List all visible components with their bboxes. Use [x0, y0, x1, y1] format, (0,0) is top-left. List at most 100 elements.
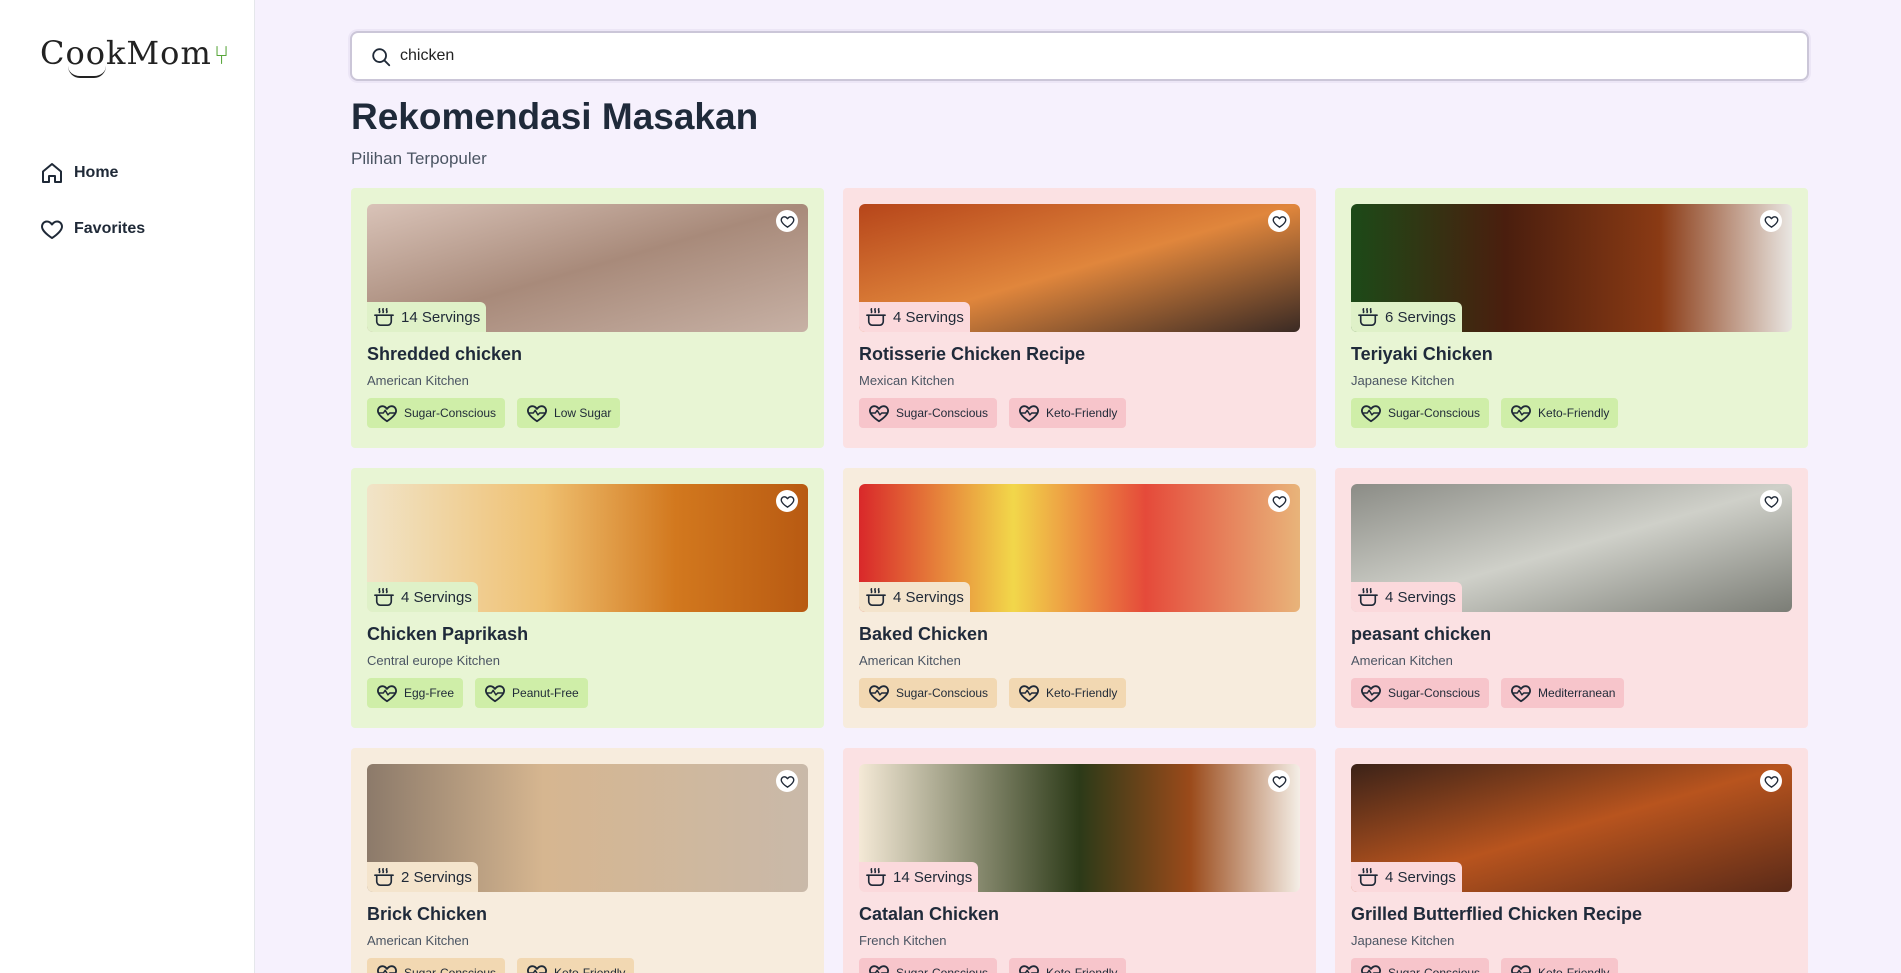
- diet-tag-label: Mediterranean: [1538, 686, 1616, 700]
- favorite-button[interactable]: [1760, 770, 1782, 792]
- heart-icon: [1764, 215, 1778, 228]
- recipe-card[interactable]: 14 Servings Shredded chicken American Ki…: [351, 188, 824, 448]
- recipe-image[interactable]: 4 Servings: [367, 484, 808, 612]
- recipe-title[interactable]: Catalan Chicken: [859, 904, 1300, 925]
- servings-badge: 2 Servings: [367, 862, 478, 892]
- servings-badge: 14 Servings: [859, 862, 979, 892]
- servings-badge: 4 Servings: [367, 582, 478, 612]
- recipe-image[interactable]: 4 Servings: [1351, 484, 1792, 612]
- diet-tag-label: Keto-Friendly: [1538, 966, 1610, 973]
- diet-tag-label: Sugar-Conscious: [896, 406, 989, 420]
- recipe-card[interactable]: 4 Servings Grilled Butterflied Chicken R…: [1335, 748, 1808, 973]
- health-heart-icon: [1018, 403, 1040, 423]
- servings-badge: 4 Servings: [1351, 862, 1462, 892]
- pot-icon: [373, 587, 395, 607]
- diet-tag-label: Keto-Friendly: [554, 966, 626, 973]
- diet-tag: Egg-Free: [367, 678, 464, 708]
- recipe-image[interactable]: 2 Servings: [367, 764, 808, 892]
- favorite-button[interactable]: [776, 210, 798, 232]
- recipe-image[interactable]: 14 Servings: [367, 204, 808, 332]
- recipe-title[interactable]: Chicken Paprikash: [367, 624, 808, 645]
- diet-tag: Keto-Friendly: [1009, 958, 1127, 973]
- servings-text: 4 Servings: [1385, 868, 1456, 886]
- health-heart-icon: [484, 683, 506, 703]
- page-title: Rekomendasi Masakan: [351, 96, 759, 137]
- heart-icon: [780, 215, 794, 228]
- recipe-card[interactable]: 4 Servings peasant chicken American Kitc…: [1335, 468, 1808, 728]
- recipe-kitchen: Japanese Kitchen: [1351, 373, 1455, 388]
- recipe-image[interactable]: 14 Servings: [859, 764, 1300, 892]
- recipe-title[interactable]: Brick Chicken: [367, 904, 808, 925]
- recipe-title[interactable]: Rotisserie Chicken Recipe: [859, 344, 1300, 365]
- health-heart-icon: [1360, 403, 1382, 423]
- diet-tags: Sugar-Conscious Keto-Friendly: [367, 958, 808, 973]
- recipe-image[interactable]: 6 Servings: [1351, 204, 1792, 332]
- diet-tag: Sugar-Conscious: [1351, 958, 1490, 973]
- favorite-button[interactable]: [1268, 490, 1290, 512]
- favorite-button[interactable]: [776, 770, 798, 792]
- recipe-title[interactable]: Teriyaki Chicken: [1351, 344, 1792, 365]
- diet-tag-label: Sugar-Conscious: [896, 686, 989, 700]
- fork-icon: ⑂: [213, 41, 231, 71]
- health-heart-icon: [1018, 963, 1040, 973]
- servings-text: 4 Servings: [1385, 588, 1456, 606]
- heart-icon: [780, 495, 794, 508]
- diet-tags: Sugar-Conscious Keto-Friendly: [859, 678, 1300, 708]
- heart-icon: [780, 775, 794, 788]
- sidebar-item-label: Favorites: [74, 220, 146, 237]
- diet-tag: Sugar-Conscious: [1351, 678, 1490, 708]
- diet-tags: Sugar-Conscious Keto-Friendly: [1351, 398, 1792, 428]
- sidebar-item-label: Home: [74, 164, 119, 181]
- recipe-title[interactable]: Grilled Butterflied Chicken Recipe: [1351, 904, 1792, 925]
- diet-tag-label: Keto-Friendly: [1046, 406, 1118, 420]
- sidebar-nav: Home Favorites: [40, 160, 145, 272]
- recipe-card[interactable]: 4 Servings Chicken Paprikash Central eur…: [351, 468, 824, 728]
- health-heart-icon: [1360, 683, 1382, 703]
- recipe-card[interactable]: 6 Servings Teriyaki Chicken Japanese Kit…: [1335, 188, 1808, 448]
- recipe-image[interactable]: 4 Servings: [859, 204, 1300, 332]
- sidebar-item-favorites[interactable]: Favorites: [40, 216, 145, 242]
- pot-icon: [865, 307, 887, 327]
- recipe-title[interactable]: peasant chicken: [1351, 624, 1792, 645]
- health-heart-icon: [376, 963, 398, 973]
- diet-tag: Keto-Friendly: [517, 958, 635, 973]
- diet-tags: Sugar-Conscious Mediterranean: [1351, 678, 1792, 708]
- health-heart-icon: [1018, 683, 1040, 703]
- diet-tag-label: Sugar-Conscious: [1388, 966, 1481, 973]
- search-input[interactable]: [400, 33, 1790, 79]
- home-icon: [42, 163, 62, 183]
- diet-tag-label: Sugar-Conscious: [404, 966, 497, 973]
- diet-tag: Mediterranean: [1501, 678, 1625, 708]
- recipe-kitchen: American Kitchen: [367, 933, 469, 948]
- recipe-card[interactable]: 2 Servings Brick Chicken American Kitche…: [351, 748, 824, 973]
- pot-icon: [1357, 307, 1379, 327]
- brand-logo[interactable]: CookMom⑂: [40, 34, 231, 78]
- favorite-button[interactable]: [1760, 210, 1782, 232]
- favorite-button[interactable]: [1268, 770, 1290, 792]
- recipe-card[interactable]: 4 Servings Baked Chicken American Kitche…: [843, 468, 1316, 728]
- recipe-card[interactable]: 4 Servings Rotisserie Chicken Recipe Mex…: [843, 188, 1316, 448]
- health-heart-icon: [868, 403, 890, 423]
- diet-tag-label: Sugar-Conscious: [896, 966, 989, 973]
- recipe-kitchen: American Kitchen: [367, 373, 469, 388]
- heart-icon: [1272, 495, 1286, 508]
- recipe-image[interactable]: 4 Servings: [1351, 764, 1792, 892]
- pot-icon: [373, 867, 395, 887]
- servings-text: 4 Servings: [401, 588, 472, 606]
- diet-tag-label: Keto-Friendly: [1046, 686, 1118, 700]
- recipe-title[interactable]: Baked Chicken: [859, 624, 1300, 645]
- sidebar-item-home[interactable]: Home: [40, 160, 145, 186]
- health-heart-icon: [526, 963, 548, 973]
- health-heart-icon: [868, 683, 890, 703]
- favorite-button[interactable]: [776, 490, 798, 512]
- servings-badge: 4 Servings: [859, 302, 970, 332]
- recipe-card[interactable]: 14 Servings Catalan Chicken French Kitch…: [843, 748, 1316, 973]
- recipe-image[interactable]: 4 Servings: [859, 484, 1300, 612]
- health-heart-icon: [1510, 683, 1532, 703]
- pot-icon: [865, 587, 887, 607]
- favorite-button[interactable]: [1268, 210, 1290, 232]
- recipe-title[interactable]: Shredded chicken: [367, 344, 808, 365]
- recipe-kitchen: Japanese Kitchen: [1351, 933, 1455, 948]
- pot-icon: [1357, 867, 1379, 887]
- favorite-button[interactable]: [1760, 490, 1782, 512]
